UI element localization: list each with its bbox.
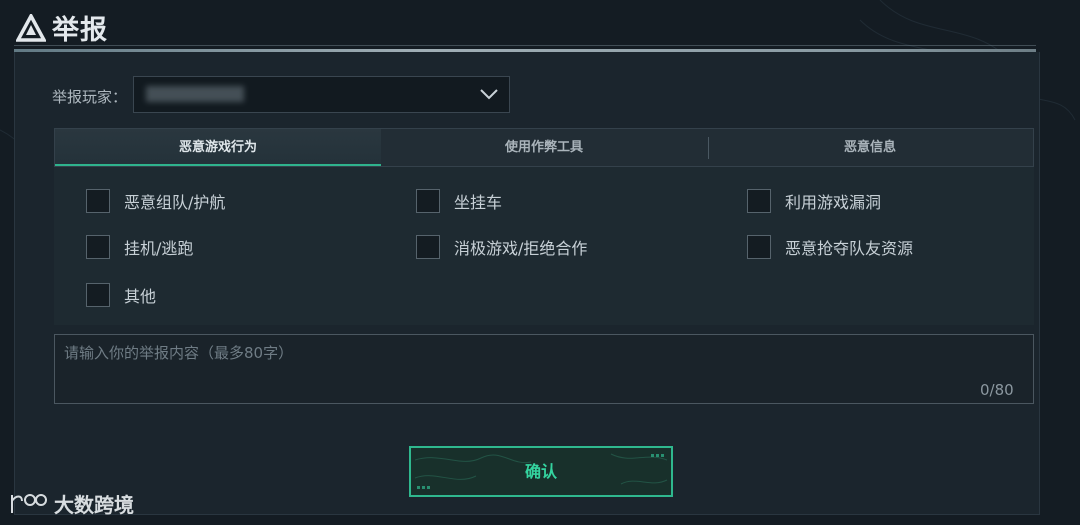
option-row[interactable]: 挂机/逃跑 <box>86 235 193 259</box>
player-select[interactable]: ▪▪▪▪▪▪▪ <box>133 76 510 113</box>
player-name-blurred: ▪▪▪▪▪▪▪ <box>146 86 244 102</box>
tab-separator <box>708 137 709 159</box>
option-label: 其他 <box>124 287 157 306</box>
confirm-label: 确认 <box>524 462 557 481</box>
title-divider-thin <box>14 45 1036 46</box>
chevron-down-icon[interactable] <box>479 84 499 104</box>
checkbox[interactable] <box>86 283 110 307</box>
report-options: 恶意组队/护航 坐挂车 利用游戏漏洞 挂机/逃跑 消极游戏/拒绝合作 恶意抢夺队… <box>54 167 1034 325</box>
option-row[interactable]: 消极游戏/拒绝合作 <box>416 235 587 259</box>
option-label: 消极游戏/拒绝合作 <box>454 239 588 258</box>
option-label: 恶意组队/护航 <box>124 193 226 212</box>
watermark-text: 大数跨境 <box>54 493 134 517</box>
report-content-input[interactable] <box>54 334 1034 404</box>
option-row[interactable]: 恶意组队/护航 <box>86 189 225 213</box>
checkbox[interactable] <box>747 189 771 213</box>
option-row[interactable]: 利用游戏漏洞 <box>747 189 881 213</box>
checkbox[interactable] <box>416 235 440 259</box>
option-label: 恶意抢夺队友资源 <box>785 239 914 258</box>
checkbox[interactable] <box>416 189 440 213</box>
confirm-button[interactable]: 确认 <box>409 446 673 497</box>
char-counter: 0/80 <box>980 381 1014 399</box>
option-label: 挂机/逃跑 <box>124 239 194 258</box>
option-row[interactable]: 其他 <box>86 283 156 307</box>
option-label: 利用游戏漏洞 <box>785 193 882 212</box>
watermark-logo-icon <box>11 493 47 513</box>
warning-triangle-icon <box>16 14 46 42</box>
player-label: 举报玩家： <box>52 88 128 106</box>
title-bar: 举报 <box>0 0 1080 52</box>
tab-cheating-tools[interactable]: 使用作弊工具 <box>381 129 707 166</box>
option-row[interactable]: 坐挂车 <box>416 189 502 213</box>
checkbox[interactable] <box>747 235 771 259</box>
checkbox[interactable] <box>86 235 110 259</box>
watermark: 大数跨境 <box>8 489 134 518</box>
option-label: 坐挂车 <box>454 193 503 212</box>
checkbox[interactable] <box>86 189 110 213</box>
tab-malicious-info[interactable]: 恶意信息 <box>707 129 1033 166</box>
report-category-tabs: 恶意游戏行为 使用作弊工具 恶意信息 <box>54 128 1034 167</box>
option-row[interactable]: 恶意抢夺队友资源 <box>747 235 913 259</box>
page-title: 举报 <box>52 15 108 46</box>
tab-malicious-behavior[interactable]: 恶意游戏行为 <box>55 129 381 166</box>
